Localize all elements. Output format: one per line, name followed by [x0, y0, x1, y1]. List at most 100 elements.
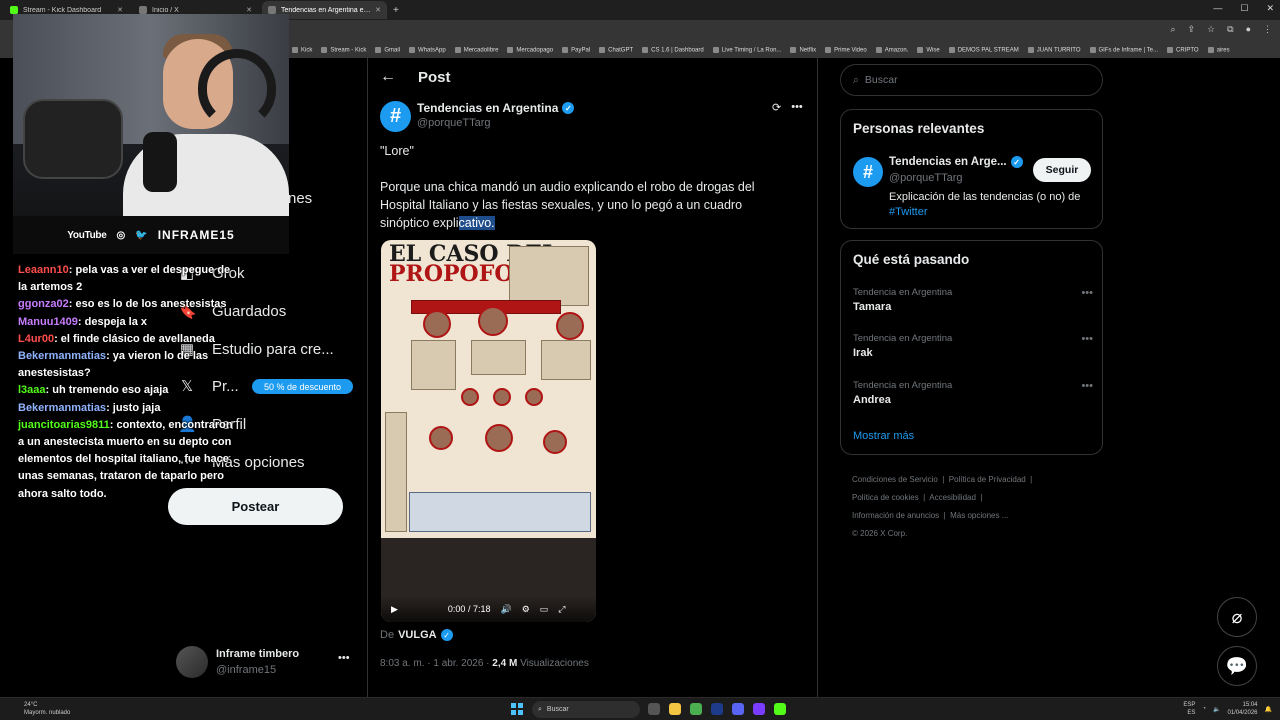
chat-message: ggonza02: eso es lo de los anestesistas — [18, 296, 233, 313]
grok-explain-icon[interactable]: ⟳ — [772, 101, 781, 114]
account-switcher[interactable]: Inframe timbero @inframe15 ••• — [176, 646, 356, 680]
chrome-icon[interactable] — [690, 703, 702, 715]
wifi-icon[interactable]: ◔ — [1202, 706, 1206, 712]
messages-fab-icon[interactable]: 💬 — [1217, 646, 1257, 686]
author-name[interactable]: Tendencias en Argentina ✓ — [417, 101, 575, 115]
chat-username[interactable]: Bekermanmatias — [18, 402, 106, 414]
kick-icon[interactable] — [774, 703, 786, 715]
chat-username[interactable]: Leaann10 — [18, 264, 69, 276]
bookmark-item[interactable]: CRIPTO — [1167, 47, 1199, 53]
maximize-icon[interactable]: ☐ — [1240, 3, 1248, 14]
more-icon[interactable]: ••• — [1081, 287, 1093, 299]
more-icon[interactable]: ••• — [1081, 333, 1093, 345]
chat-username[interactable]: l3aaa — [18, 384, 46, 396]
hashtag-link[interactable]: #Twitter — [889, 206, 928, 218]
taskbar-search[interactable]: ⌕ Buscar — [532, 701, 640, 718]
chat-username[interactable]: juancitoarias9811 — [18, 419, 110, 431]
close-tab-icon[interactable]: ✕ — [375, 6, 381, 14]
chat-message: l3aaa: uh tremendo eso ajaja — [18, 382, 233, 399]
bookmark-item[interactable]: Netflix — [790, 47, 816, 53]
bookmark-item[interactable]: Kick — [292, 47, 312, 53]
more-icon[interactable]: ••• — [791, 101, 803, 114]
more-icon[interactable]: ••• — [338, 652, 350, 664]
windows-start-icon[interactable] — [511, 703, 523, 715]
bookmark-item[interactable]: Wise — [917, 47, 939, 53]
zoom-icon[interactable]: ⌕ — [1170, 24, 1175, 35]
volume-icon[interactable]: 🔊 — [500, 604, 511, 615]
relevant-people-card: Personas relevantes # Tendencias en Arge… — [840, 109, 1103, 229]
menu-icon[interactable]: ⋮ — [1263, 24, 1272, 35]
chat-username[interactable]: ggonza02 — [18, 298, 69, 310]
bookmark-item[interactable]: Stream - Kick — [321, 47, 366, 53]
chat-username[interactable]: Bekermanmatias — [18, 350, 106, 362]
notifications-icon[interactable]: 🔔 — [1265, 706, 1272, 713]
twitter-icon: 🐦 — [135, 229, 148, 241]
verified-icon: ✓ — [562, 102, 575, 114]
clock[interactable]: 15:04 01/04/2026 — [1227, 701, 1257, 717]
bookmark-item[interactable]: Live Timing / La Ron... — [713, 47, 782, 53]
search-input[interactable]: ⌕ Buscar — [840, 64, 1103, 96]
new-tab-icon[interactable]: + — [393, 5, 399, 16]
bookmark-item[interactable]: Gmail — [375, 47, 400, 53]
steam-icon[interactable] — [711, 703, 723, 715]
discord-icon[interactable] — [732, 703, 744, 715]
close-window-icon[interactable]: ✕ — [1266, 3, 1274, 14]
weather-widget[interactable]: 24°C Mayorm. nublado — [24, 701, 70, 717]
avatar[interactable]: # — [853, 157, 883, 187]
bookmark-item[interactable]: ChatGPT — [599, 47, 633, 53]
card-title: Qué está pasando — [853, 252, 970, 267]
post-tools: ⟳ ••• — [772, 101, 803, 114]
share-icon[interactable]: ⇪ — [1188, 24, 1196, 35]
settings-icon[interactable]: ⚙ — [522, 604, 530, 615]
more-icon[interactable]: ••• — [1081, 380, 1093, 392]
whats-happening-card: Qué está pasando Tendencia en Argentina T… — [840, 240, 1103, 455]
fullscreen-icon[interactable]: ⤢ — [558, 604, 565, 615]
trend-item[interactable]: Tendencia en Argentina Andrea ••• — [853, 380, 1093, 406]
back-arrow-icon[interactable]: ← — [380, 68, 396, 86]
relevant-name[interactable]: Tendencias en Arge... ✓ — [889, 156, 1023, 168]
bookmark-item[interactable]: CS 1.6 | Dashboard — [642, 47, 704, 53]
bookmark-item[interactable]: PayPal — [562, 47, 590, 53]
extensions-icon[interactable]: ⧉ — [1227, 24, 1233, 35]
app-icon[interactable] — [753, 703, 765, 715]
post-video[interactable]: EL CASO DEL PROPOFOL ▶ 0:00 / 7:18 🔊 ⚙ ▭ … — [381, 240, 596, 622]
volume-icon[interactable]: 🔈 — [1213, 706, 1220, 713]
bookmark-item[interactable]: aires — [1208, 47, 1230, 53]
trend-item[interactable]: Tendencia en Argentina Tamara ••• — [853, 287, 1093, 313]
media-block — [411, 340, 456, 390]
grok-fab-icon[interactable]: ⌀ — [1217, 597, 1257, 637]
bookmark-item[interactable]: JUAN TURRITO — [1028, 47, 1081, 53]
close-tab-icon[interactable]: ✕ — [117, 6, 123, 14]
relevant-handle[interactable]: @porqueTTarg — [889, 172, 963, 184]
trend-item[interactable]: Tendencia en Argentina Irak ••• — [853, 333, 1093, 359]
bookmark-item[interactable]: Mercadolibre — [455, 47, 499, 53]
minimize-icon[interactable]: — — [1213, 3, 1222, 14]
nav-item-notifications[interactable]: nes — [178, 189, 312, 207]
chat-message: juancitoarias9811: contexto, encontraron… — [18, 417, 233, 503]
bookmark-item[interactable]: Amazon. — [876, 47, 909, 53]
task-view-icon[interactable] — [648, 703, 660, 715]
bookmark-item[interactable]: Mercadopago — [507, 47, 553, 53]
author-handle[interactable]: @porqueTTarg — [417, 117, 491, 129]
chat-username[interactable]: L4ur00 — [18, 333, 54, 345]
chat-username[interactable]: Manuu1409 — [18, 316, 78, 328]
bookmark-item[interactable]: Prime Video — [825, 47, 867, 53]
star-icon[interactable]: ☆ — [1207, 24, 1215, 35]
bookmark-item[interactable]: DEMOS PAL STREAM — [949, 47, 1019, 53]
follow-button[interactable]: Seguir — [1033, 158, 1091, 182]
play-icon[interactable]: ▶ — [391, 604, 398, 615]
premium-discount-badge[interactable]: 50 % de descuento — [252, 379, 353, 394]
bookmark-item[interactable]: GIFs de Inframe | Te... — [1090, 47, 1158, 53]
close-tab-icon[interactable]: ✕ — [246, 6, 252, 14]
bookmark-item[interactable]: WhatsApp — [409, 47, 446, 53]
window-controls: — ☐ ✕ — [1213, 3, 1274, 14]
file-explorer-icon[interactable] — [669, 703, 681, 715]
account-handle: @inframe15 — [216, 664, 277, 676]
author-avatar[interactable]: # — [380, 101, 411, 132]
show-more-link[interactable]: Mostrar más — [853, 430, 914, 442]
profile-icon[interactable]: ● — [1246, 24, 1251, 35]
source-link[interactable]: VULGA — [398, 629, 437, 641]
pip-icon[interactable]: ▭ — [540, 604, 549, 615]
media-face — [543, 430, 567, 454]
card-title: Personas relevantes — [853, 121, 985, 136]
